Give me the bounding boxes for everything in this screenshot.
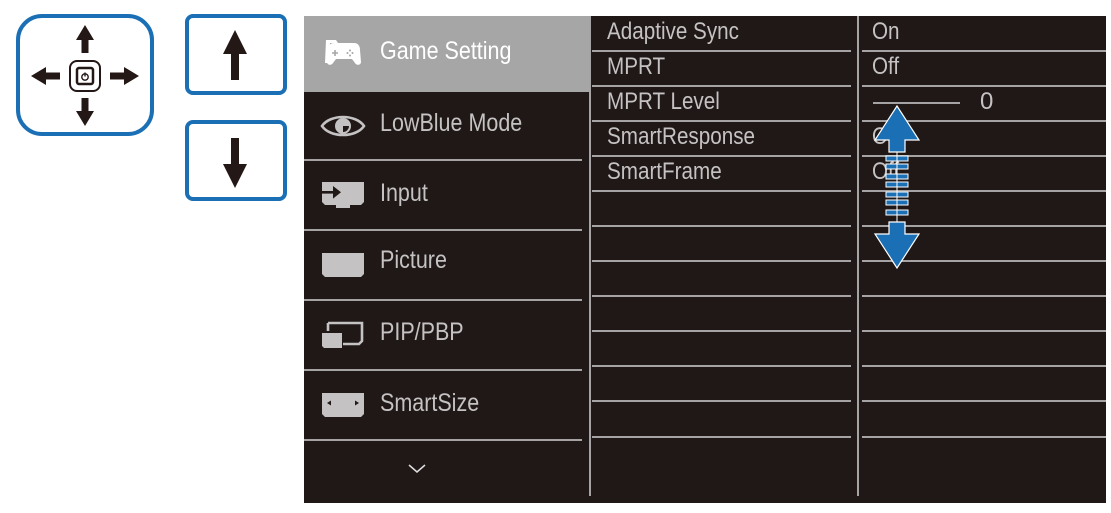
arrow-right-icon bbox=[110, 67, 139, 85]
submenu-empty-row bbox=[592, 296, 854, 332]
menu-item-game-setting[interactable]: Game Setting bbox=[304, 16, 589, 92]
submenu-empty-row bbox=[592, 261, 854, 297]
divider bbox=[304, 439, 582, 441]
dpad-key[interactable] bbox=[16, 14, 154, 136]
pip-icon bbox=[322, 321, 364, 348]
menu-item-label: SmartSize bbox=[380, 389, 480, 417]
dpad-icon bbox=[31, 25, 139, 126]
value-text: On bbox=[872, 18, 900, 45]
value-text: Off bbox=[872, 53, 900, 80]
column-divider bbox=[857, 16, 859, 496]
submenu-item-label: MPRT bbox=[607, 53, 666, 80]
value-empty-row bbox=[860, 402, 1106, 438]
menu-item-label: Input bbox=[380, 179, 428, 207]
slider-value: 0 bbox=[980, 88, 994, 115]
menu-item-pip-pbp[interactable]: PIP/PBP bbox=[304, 300, 582, 371]
arrow-down-icon bbox=[76, 98, 94, 126]
submenu-empty-row bbox=[592, 366, 854, 402]
osd-menu: Game Setting LowBlue Mode Input Picture … bbox=[304, 16, 1106, 503]
value-empty-row bbox=[860, 296, 1106, 332]
value-mprt[interactable]: Off bbox=[860, 51, 1106, 87]
menu-item-input[interactable]: Input bbox=[304, 160, 582, 231]
column-divider bbox=[589, 16, 591, 496]
arrow-up-icon bbox=[223, 30, 247, 80]
submenu-empty-row bbox=[592, 331, 854, 367]
submenu-item-smartresponse[interactable]: SmartResponse bbox=[592, 121, 854, 157]
value-empty-row bbox=[860, 331, 1106, 367]
input-icon bbox=[320, 182, 364, 208]
submenu-item-label: MPRT Level bbox=[607, 88, 720, 115]
up-key[interactable] bbox=[185, 14, 287, 95]
value-empty-row bbox=[860, 366, 1106, 402]
eye-icon bbox=[320, 115, 366, 137]
smartsize-icon bbox=[322, 393, 364, 417]
submenu-item-label: SmartResponse bbox=[607, 123, 755, 150]
scroll-updown-icon bbox=[873, 104, 921, 270]
submenu-empty-row bbox=[592, 226, 854, 262]
submenu-item-label: SmartFrame bbox=[607, 158, 722, 185]
menu-item-label: LowBlue Mode bbox=[380, 109, 523, 137]
menu-item-label: Game Setting bbox=[380, 37, 512, 65]
submenu-empty-row bbox=[592, 191, 854, 227]
divider bbox=[592, 436, 851, 438]
arrow-down-icon bbox=[223, 138, 247, 188]
menu-item-smartsize[interactable]: SmartSize bbox=[304, 370, 582, 441]
arrow-left-icon bbox=[31, 67, 60, 85]
menu-item-picture[interactable]: Picture bbox=[304, 230, 582, 301]
picture-icon bbox=[322, 253, 364, 277]
power-icon bbox=[69, 60, 101, 92]
menu-item-lowblue-mode[interactable]: LowBlue Mode bbox=[304, 92, 582, 161]
main-menu: Game Setting LowBlue Mode Input Picture … bbox=[304, 16, 589, 503]
menu-item-label: PIP/PBP bbox=[380, 318, 464, 346]
arrow-up-icon bbox=[76, 25, 94, 53]
gamepad-icon bbox=[325, 40, 361, 65]
submenu-empty-row bbox=[592, 402, 854, 438]
menu-item-label: Picture bbox=[380, 246, 447, 274]
submenu-item-adaptive-sync[interactable]: Adaptive Sync bbox=[592, 16, 854, 52]
submenu-item-label: Adaptive Sync bbox=[607, 18, 739, 45]
down-key[interactable] bbox=[185, 120, 287, 201]
chevron-down-icon[interactable] bbox=[408, 464, 426, 474]
value-adaptive-sync[interactable]: On bbox=[860, 16, 1106, 52]
submenu-item-smartframe[interactable]: SmartFrame bbox=[592, 156, 854, 192]
submenu-item-mprt[interactable]: MPRT bbox=[592, 51, 854, 87]
divider bbox=[862, 436, 1106, 438]
submenu-item-mprt-level[interactable]: MPRT Level bbox=[592, 86, 854, 122]
